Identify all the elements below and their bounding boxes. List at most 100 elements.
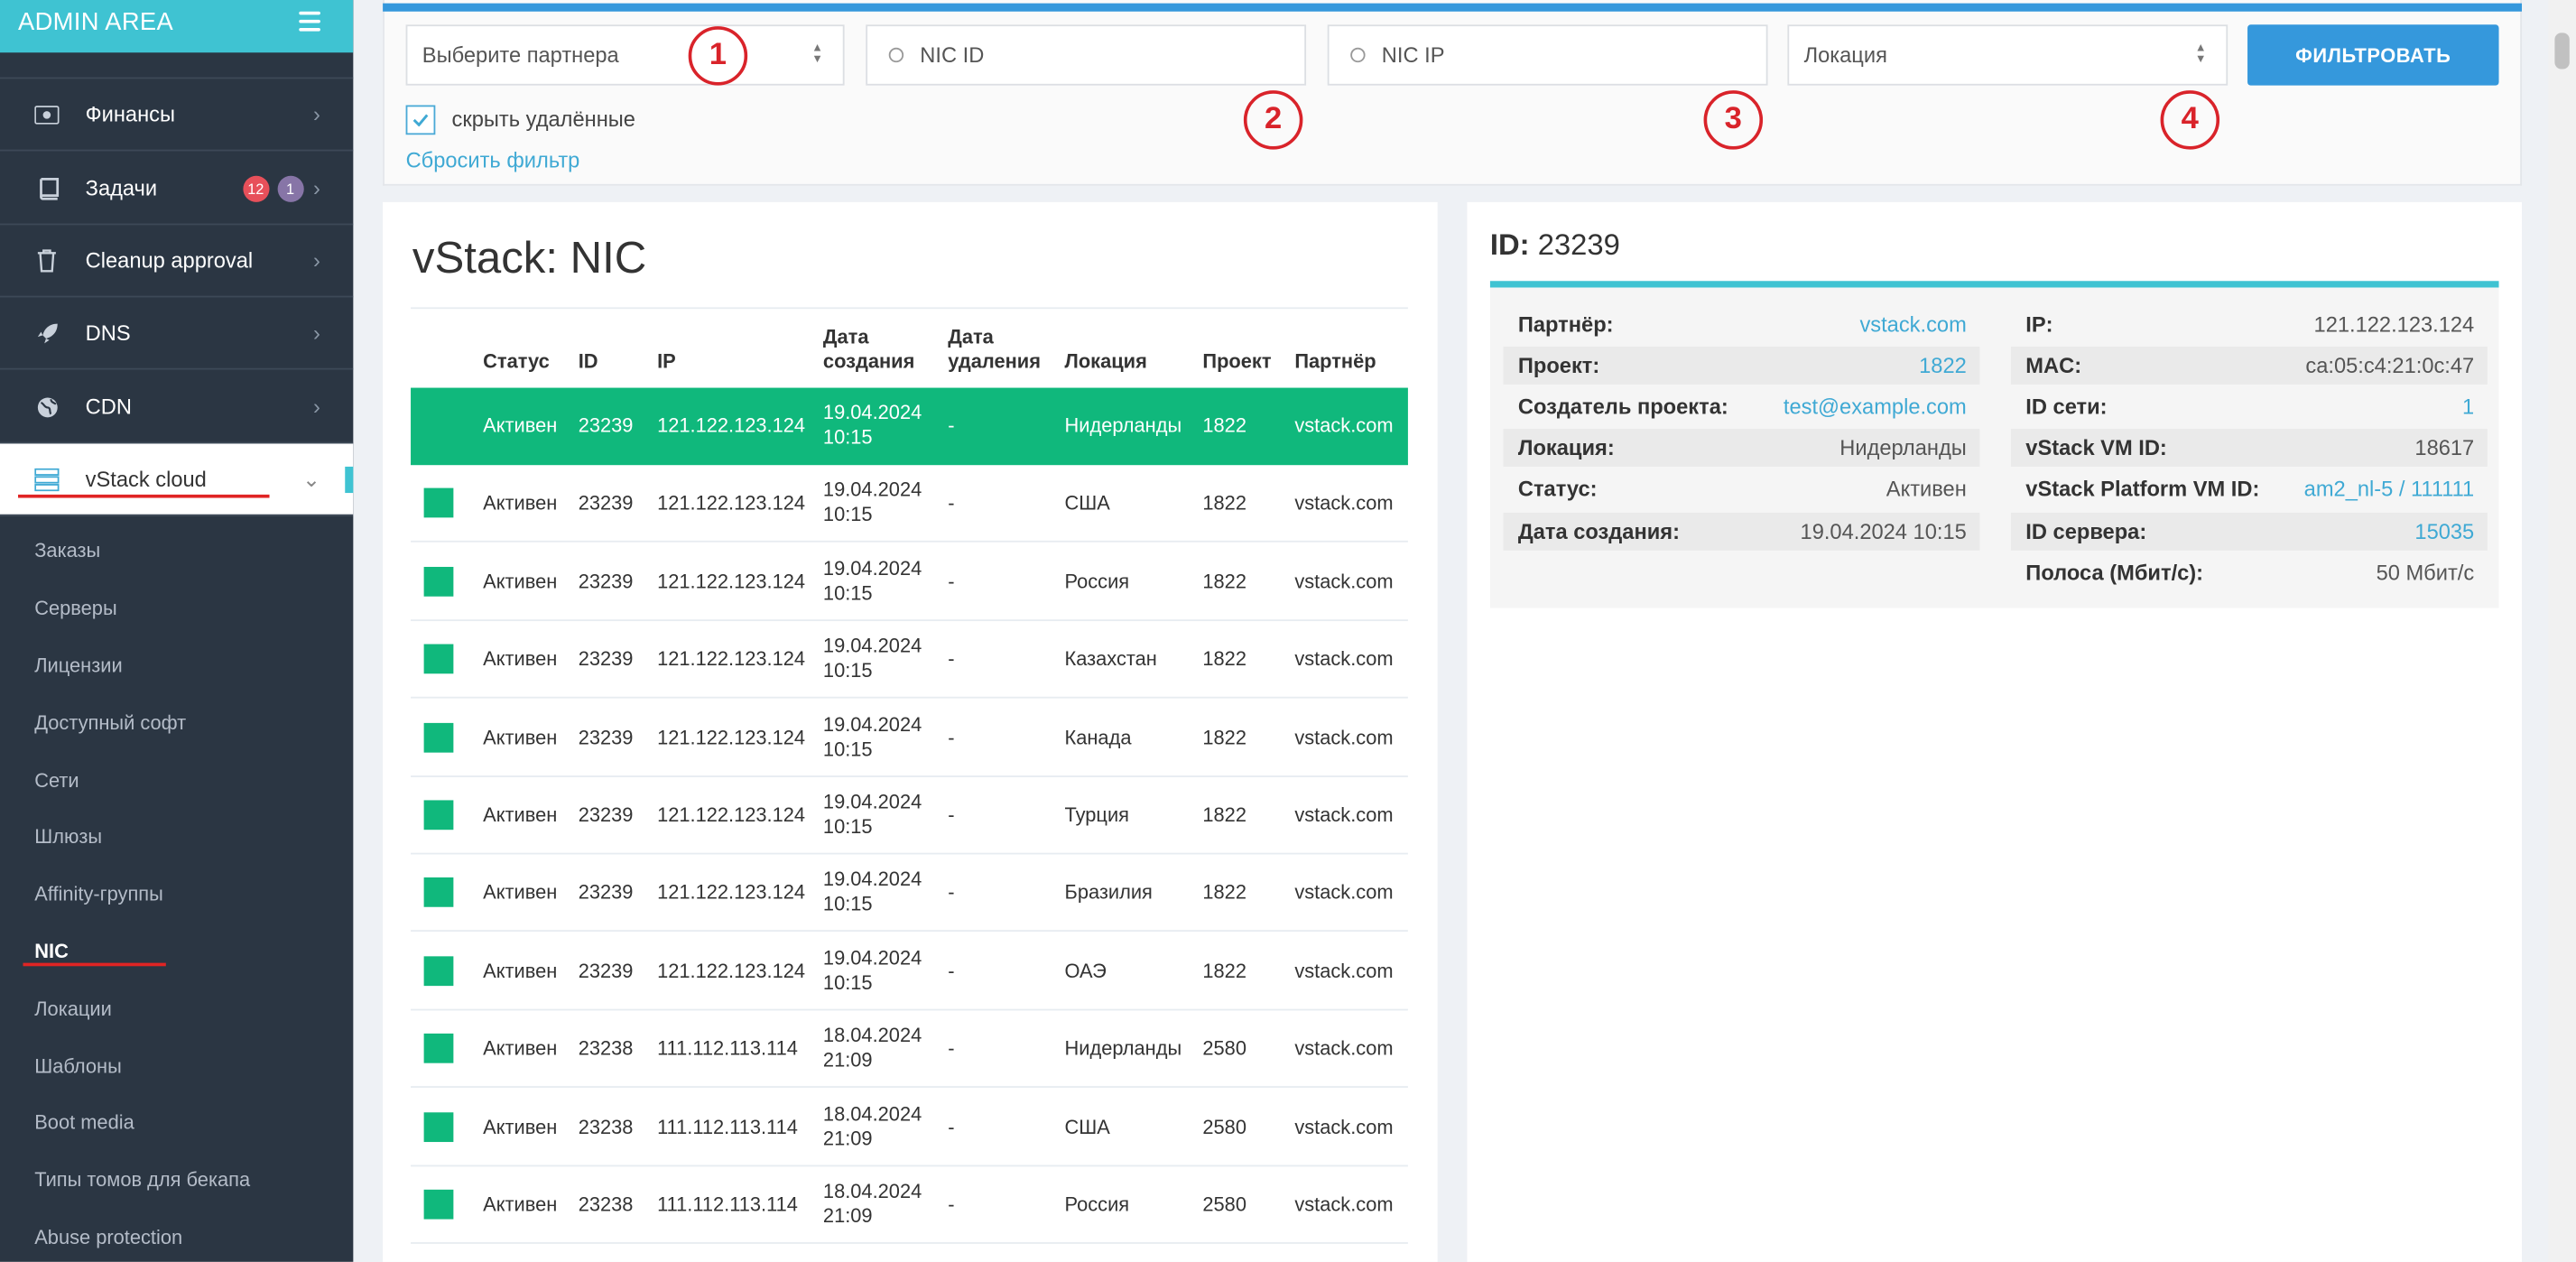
col-deleted[interactable]: Дата удаления [948,325,1041,375]
sidebar-item-tasks[interactable]: Задачи 12 1 › [0,153,354,226]
sidebar-item-vstack-cloud[interactable]: vStack cloud ⌄ [0,443,354,516]
cell-project: 1822 [1202,413,1246,438]
cell-created: 18.04.2024 21:09 [823,1024,922,1073]
server-icon [34,467,60,491]
cell-partner: vstack.com [1294,1192,1394,1216]
chevron-right-icon: › [313,101,320,127]
sidebar-subitem-software[interactable]: Доступный софт [34,711,186,734]
sidebar-subitem-licenses[interactable]: Лицензии [34,654,122,676]
sidebar-subitem-backup-volume-types[interactable]: Типы томов для бекапа [34,1168,250,1191]
tasks-secondary-badge: 1 [276,174,304,201]
col-ip[interactable]: IP [657,350,676,375]
col-location[interactable]: Локация [1064,350,1146,375]
col-created[interactable]: Дата создания [823,325,914,375]
cell-partner: vstack.com [1294,413,1394,438]
page-scrollbar-thumb[interactable] [2554,32,2570,70]
cell-created-time: 10:15 [822,893,873,916]
col-partner[interactable]: Партнёр [1294,350,1376,375]
hamburger-icon[interactable] [299,11,320,32]
status-indicator-icon [423,488,454,519]
sidebar-item-finance[interactable]: Финансы › [0,79,354,152]
cell-created: 19.04.2024 10:15 [823,557,922,607]
table-row[interactable]: Активен 23239 121.122.123.124 - Бразилия 1822… [411,855,1408,933]
hide-deleted-checkbox[interactable] [405,105,436,135]
detail-value-link[interactable]: am2_nl-5 / 111111 [2304,478,2475,502]
sidebar-subitem-abuse-protection[interactable]: Abuse protection [34,1226,182,1248]
filter-button[interactable]: ФИЛЬТРОВАТЬ [2247,24,2499,86]
cell-status: Активен [483,491,558,515]
globe-icon [34,394,59,419]
table-row[interactable]: Активен 23239 121.122.123.124 - Нидерланды 18… [411,387,1408,466]
cell-partner: vstack.com [1294,959,1394,983]
chevron-right-icon: › [313,247,320,274]
detail-value-link[interactable]: 1 [2462,394,2474,419]
sidebar-item-label: CDN [85,394,132,420]
rocket-icon [34,320,59,345]
table-row[interactable]: Активен 23239 121.122.123.124 - Турция 1822 vs… [411,777,1408,855]
cell-status: Активен [483,413,558,438]
table-row[interactable]: Активен 23239 121.122.123.124 - США 1822 vstac… [411,466,1408,543]
table-row[interactable]: Активен 23238 111.112.113.114 - США 2580 vstac… [411,1089,1408,1166]
sidebar-subitem-boot-media[interactable]: Boot media [34,1110,134,1133]
cell-location: Бразилия [1064,881,1153,905]
sidebar-item-label: Задачи [85,175,158,201]
detail-value: ca:05:c4:21:0c:47 [2305,353,2475,378]
partner-select[interactable]: Выберите партнера ▲ ▼ [405,24,845,86]
status-indicator-icon [423,1111,454,1142]
detail-key: MAC: [2025,353,2082,378]
table-row[interactable]: Активен 23239 121.122.123.124 - Казахстан 182… [411,621,1408,699]
table-row[interactable]: Активен 23239 121.122.123.124 - Канада 1822 vs… [411,700,1408,777]
cell-status: Активен [483,1192,558,1216]
location-select[interactable]: Локация ▲ ▼ [1787,24,2229,86]
sidebar-subitem-networks[interactable]: Сети [34,769,79,792]
book-icon [34,176,59,200]
nic-ip-input[interactable]: NIC IP [1327,24,1768,86]
sidebar-subitem-templates[interactable]: Шаблоны [34,1055,122,1078]
detail-row: IP: 121.122.123.124 [2011,306,2488,344]
detail-value-link[interactable]: test@example.com [1784,394,1967,419]
detail-value-link[interactable]: vstack.com [1859,312,1966,337]
hide-deleted-label: скрыть удалённые [451,107,635,132]
cell-id: 23239 [578,491,634,515]
cell-ip: 121.122.123.124 [657,413,806,438]
cell-created-time: 10:15 [822,970,873,994]
table-row[interactable]: Активен 23238 111.112.113.114 - Россия 2580 vs… [411,1166,1408,1244]
reset-filter-link[interactable]: Сбросить фильтр [406,148,580,172]
sidebar-item-cleanup-approval[interactable]: Cleanup approval › [0,225,354,298]
cell-created: 19.04.2024 10:15 [823,946,922,996]
status-indicator-icon [423,877,454,908]
detail-key: Полоса (Мбит/с): [2025,559,2204,585]
table-row[interactable]: Активен 23238 111.112.113.114 - Нидерланды 25… [411,1011,1408,1089]
detail-row: Проект: 1822 [1503,347,1980,385]
nic-id-input[interactable]: NIC ID [866,24,1307,86]
col-status[interactable]: Статус [483,350,550,375]
cell-partner: vstack.com [1294,1036,1394,1061]
sidebar-subitem-gateways[interactable]: Шлюзы [34,825,102,848]
sidebar-subitem-nic[interactable]: NIC [34,940,69,962]
detail-value-link[interactable]: 1822 [1919,354,1967,378]
cell-created-date: 18.04.2024 [822,1024,922,1047]
sidebar-item-cdn[interactable]: CDN › [0,371,354,444]
status-indicator-icon [423,1034,454,1064]
sidebar-item-dns[interactable]: DNS › [0,297,354,370]
col-project[interactable]: Проект [1202,350,1271,375]
cell-location: США [1064,491,1110,515]
sidebar-subitem-affinity-groups[interactable]: Affinity-группы [34,882,163,905]
sidebar-subitem-locations[interactable]: Локации [34,998,112,1020]
detail-key: Локация: [1517,435,1615,461]
detail-value-link[interactable]: 15035 [2414,518,2474,543]
page-scrollbar[interactable] [2548,0,2576,1262]
detail-key: Создатель проекта: [1517,394,1728,420]
detail-row: Локация: Нидерланды [1503,429,1980,468]
cell-location: Казахстан [1064,647,1157,671]
sidebar: ADMIN AREA Финансы › Задачи 12 1 › Clean… [0,0,354,1262]
col-id[interactable]: ID [579,350,598,375]
sidebar-subitem-servers[interactable]: Серверы [34,597,116,619]
table-row[interactable]: Активен 23239 121.122.123.124 - Россия 1822 vs… [411,543,1408,621]
detail-row: Полоса (Мбит/с): 50 Мбит/с [2011,553,2488,591]
sidebar-item-partial[interactable] [0,52,354,79]
cell-created-date: 19.04.2024 [822,712,922,736]
table-row[interactable]: Активен 23239 121.122.123.124 - ОАЭ 1822 vstac… [411,933,1408,1011]
cell-created: 19.04.2024 10:15 [823,635,922,684]
sidebar-subitem-orders[interactable]: Заказы [34,539,100,561]
